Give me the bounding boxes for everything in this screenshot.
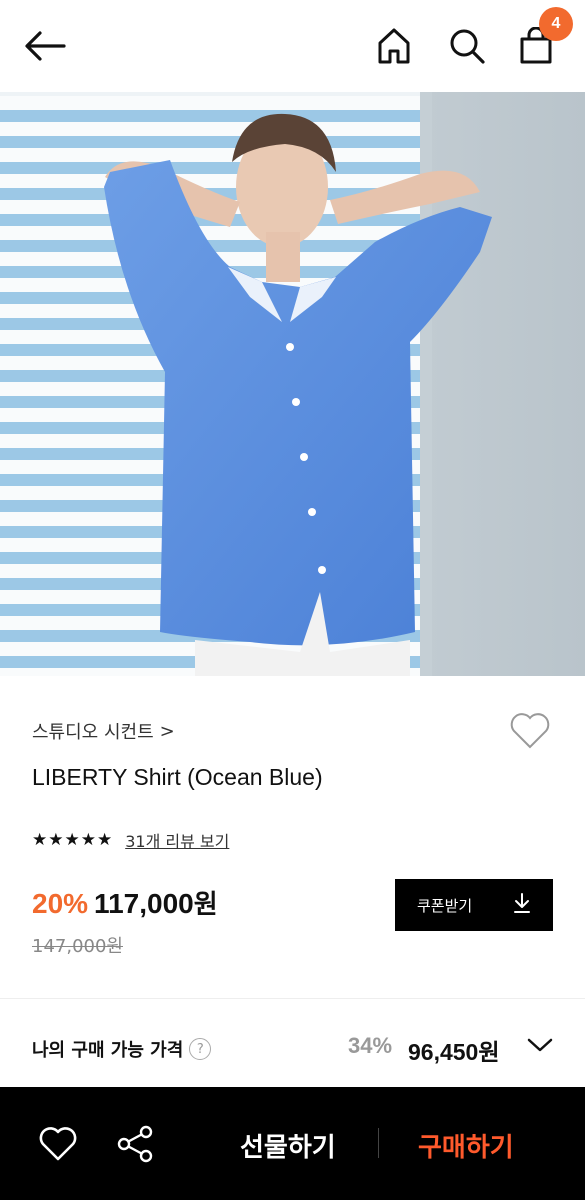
product-photo[interactable] [0,92,585,676]
bar-separator [378,1128,379,1158]
sale-price-unit: 원 [193,889,218,919]
chevron-down-icon[interactable] [526,1035,554,1059]
sale-price: 117,000원 [94,884,218,921]
brand-link[interactable]: 스튜디오 시컨트 > [32,718,175,744]
my-price-value: 96,450원 [408,1039,500,1065]
heart-icon[interactable] [38,1124,78,1162]
star-rating: ★★★★★ [32,830,114,850]
window-blind-slat [0,96,420,110]
cart-count-badge[interactable]: 4 [539,7,573,41]
brand-name: 스튜디오 시컨트 [32,722,154,743]
coupon-label: 쿠폰받기 [417,896,473,915]
gift-button[interactable]: 선물하기 [240,1127,336,1164]
help-icon[interactable]: ? [189,1038,212,1060]
chevron-right-icon: > [159,720,175,742]
window-sky-strip [0,136,420,148]
home-icon[interactable] [372,24,416,68]
my-price-label: 나의 구매 가능 가격 [32,1040,184,1061]
search-icon[interactable] [445,24,489,68]
buy-button[interactable]: 구매하기 [418,1127,514,1164]
arrow-left-icon[interactable] [22,25,68,67]
price-row: 20% 117,000원 [32,884,218,921]
heart-outline-icon[interactable] [508,710,552,754]
my-price-row[interactable]: 나의 구매 가능 가격 ? 34% 96,450원 [0,999,585,1087]
my-price-percent: 34% [348,1033,393,1058]
original-price: 147,000원 [32,936,123,957]
top-app-bar: 4 [0,0,585,92]
rating-row: ★★★★★ 31개 리뷰 보기 [32,828,229,852]
bottom-action-bar: 선물하기 구매하기 [0,1087,585,1200]
download-icon [513,893,531,917]
share-icon[interactable] [116,1124,156,1164]
review-link[interactable]: 31개 리뷰 보기 [125,828,229,852]
window-blind-slat [0,174,420,188]
window-blind-slat [0,148,420,162]
window-sky-strip [0,110,420,122]
coupon-button[interactable]: 쿠폰받기 [395,879,553,931]
my-price-label-group: 나의 구매 가능 가격 ? [32,1036,212,1062]
window-sky-strip [0,162,420,174]
discount-rate: 20% [32,888,89,919]
sale-price-amount: 117,000 [94,888,194,919]
window-blind-slat [0,122,420,136]
window-blind-slat [0,226,420,240]
product-title: LIBERTY Shirt (Ocean Blue) [32,764,323,790]
